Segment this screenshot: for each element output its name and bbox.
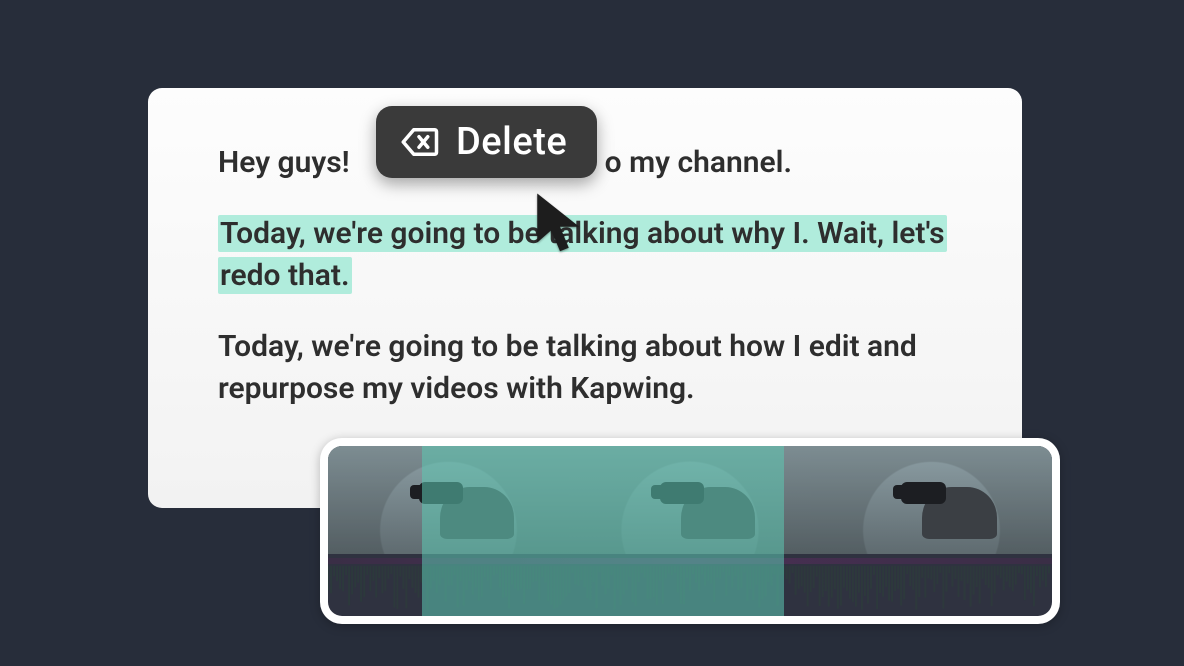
video-frame xyxy=(811,446,1052,554)
context-menu: Delete xyxy=(376,106,597,178)
transcript-text: Today, we're going to be talking about h… xyxy=(218,329,917,405)
video-frame xyxy=(328,446,569,554)
transcript-line[interactable]: Today, we're going to be talking about h… xyxy=(218,326,960,409)
audio-waveform xyxy=(328,554,1052,616)
waveform-svg xyxy=(328,554,1052,616)
delete-button[interactable]: Delete xyxy=(456,120,567,164)
transcript-text: Hey guys! xyxy=(218,145,357,180)
cursor-icon xyxy=(530,190,590,260)
backspace-icon xyxy=(398,121,440,163)
timeline-track[interactable] xyxy=(328,446,1052,616)
video-frame xyxy=(569,446,810,554)
timeline-panel xyxy=(320,438,1060,624)
transcript-text: o my channel. xyxy=(605,145,792,180)
video-thumbnails xyxy=(328,446,1052,554)
